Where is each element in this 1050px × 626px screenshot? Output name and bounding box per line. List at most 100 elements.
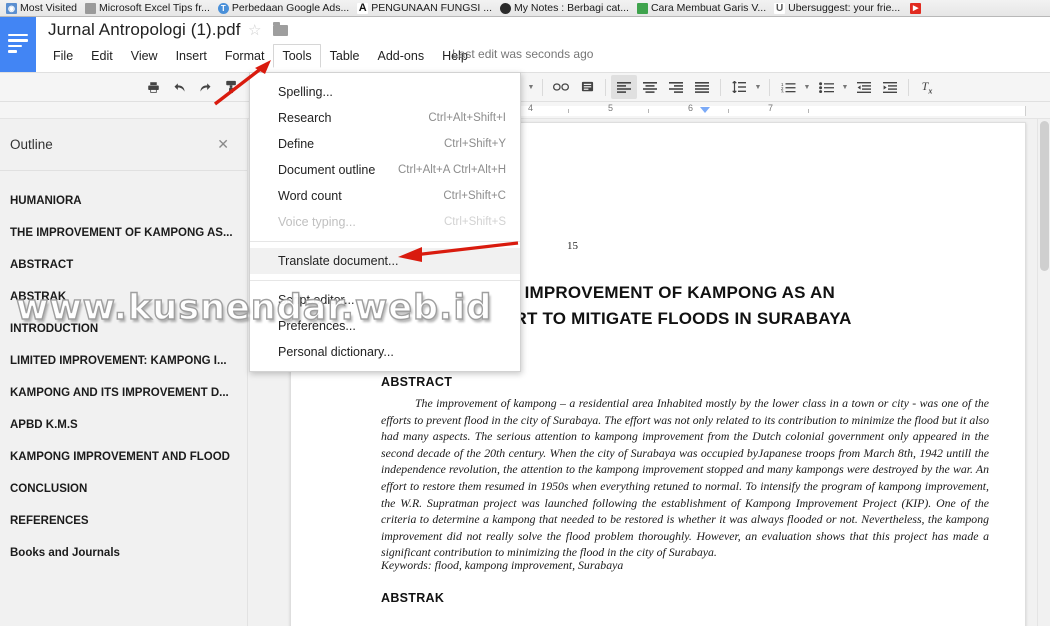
outline-item[interactable]: ABSTRAK [0, 281, 247, 313]
menu-item-label: Spelling... [278, 85, 333, 99]
menu-item-shortcut: Ctrl+Shift+Y [444, 138, 506, 150]
menu-format[interactable]: Format [216, 44, 274, 68]
bulleted-list-icon[interactable] [813, 75, 839, 99]
outline-item[interactable]: ABSTRACT [0, 249, 247, 281]
menu-insert[interactable]: Insert [167, 44, 216, 68]
docs-header: Jurnal Antropologi (1).pdf ☆ File Edit V… [0, 17, 1050, 72]
microphone-icon [259, 217, 267, 228]
svg-text:3: 3 [781, 89, 784, 92]
align-right-icon[interactable] [663, 75, 689, 99]
numbered-list-dropdown-icon[interactable]: ▼ [801, 75, 813, 99]
abstrak-heading: ABSTRAK [381, 591, 445, 605]
browser-bookmarks-bar: ◉ Most Visited Microsoft Excel Tips fr..… [0, 0, 1050, 17]
text-color-dropdown-icon[interactable]: ▼ [525, 75, 537, 99]
star-icon[interactable]: ☆ [248, 23, 261, 38]
bookmark-item[interactable]: My Notes : Berbagi cat... [496, 0, 633, 16]
ruler-number: 5 [608, 103, 614, 113]
bookmark-item[interactable]: U Ubersuggest: your frie... [770, 0, 904, 16]
ruler-number: 7 [768, 103, 774, 113]
vertical-scrollbar[interactable] [1037, 119, 1050, 626]
align-justify-icon[interactable] [689, 75, 715, 99]
align-center-icon[interactable] [637, 75, 663, 99]
document-title[interactable]: Jurnal Antropologi (1).pdf [48, 20, 241, 40]
globe-icon: ◉ [6, 2, 17, 14]
line-spacing-icon[interactable] [726, 75, 752, 99]
folder-icon[interactable] [273, 22, 289, 36]
bookmark-item[interactable]: Microsoft Excel Tips fr... [81, 0, 214, 16]
menu-file[interactable]: File [44, 44, 82, 68]
menu-item-label: Word count [278, 189, 342, 203]
menu-item-research[interactable]: Research Ctrl+Alt+Shift+I [250, 105, 520, 131]
menu-item-define[interactable]: Define Ctrl+Shift+Y [250, 131, 520, 157]
toolbar-separator [908, 78, 909, 96]
bookmark-item[interactable]: T Perbedaan Google Ads... [214, 0, 353, 16]
scrollbar-thumb[interactable] [1040, 121, 1049, 271]
outline-item[interactable]: Books and Journals [0, 537, 247, 569]
bulleted-list-dropdown-icon[interactable]: ▼ [839, 75, 851, 99]
undo-icon[interactable] [166, 75, 192, 99]
outline-item[interactable]: CONCLUSION [0, 473, 247, 505]
menu-item-spelling[interactable]: Spelling... [250, 79, 520, 105]
print-icon[interactable] [140, 75, 166, 99]
menu-separator [250, 280, 520, 281]
bookmark-item[interactable]: ◉ Most Visited [2, 0, 81, 16]
menu-table[interactable]: Table [321, 44, 369, 68]
increase-indent-icon[interactable] [877, 75, 903, 99]
menu-item-translate-document[interactable]: Translate document... [250, 248, 520, 274]
menu-item-label: Preferences... [278, 319, 356, 333]
numbered-list-icon[interactable]: 123 [775, 75, 801, 99]
redo-icon[interactable] [192, 75, 218, 99]
outline-item[interactable]: KAMPONG IMPROVEMENT AND FLOOD [0, 441, 247, 473]
bookmark-item[interactable]: A PENGUNAAN FUNGSI ... [353, 0, 496, 16]
outline-item[interactable]: INTRODUCTION [0, 313, 247, 345]
menu-item-script-editor[interactable]: Script editor... [250, 287, 520, 313]
dark-avatar-icon [499, 2, 511, 14]
document-outline-pane: Outline ✕ HUMANIORA THE IMPROVEMENT OF K… [0, 119, 248, 626]
outline-item[interactable]: HUMANIORA [0, 185, 247, 217]
bookmark-label: Ubersuggest: your frie... [788, 2, 901, 14]
bookmark-label: Perbedaan Google Ads... [231, 2, 350, 14]
bookmark-item[interactable]: ▶ [904, 0, 928, 16]
add-comment-icon[interactable] [574, 75, 600, 99]
toolbar-separator [769, 78, 770, 96]
decrease-indent-icon[interactable] [851, 75, 877, 99]
bookmark-label: PENGUNAAN FUNGSI ... [371, 2, 492, 14]
menu-item-label: Research [278, 111, 332, 125]
outline-item[interactable]: LIMITED IMPROVEMENT: KAMPONG I... [0, 345, 247, 377]
align-left-icon[interactable] [611, 75, 637, 99]
menu-tools[interactable]: Tools [273, 44, 321, 68]
bookmark-item[interactable]: Cara Membuat Garis V... [633, 0, 770, 16]
menu-item-word-count[interactable]: Word count Ctrl+Shift+C [250, 183, 520, 209]
outline-item[interactable]: THE IMPROVEMENT OF KAMPONG AS... [0, 217, 247, 249]
clear-formatting-icon[interactable]: Tx [914, 75, 940, 99]
bookmark-label: Most Visited [20, 2, 77, 14]
menu-add-ons[interactable]: Add-ons [369, 44, 434, 68]
right-indent-marker[interactable] [700, 107, 710, 113]
menu-item-preferences[interactable]: Preferences... [250, 313, 520, 339]
google-docs-logo-icon[interactable] [0, 17, 36, 72]
line-spacing-dropdown-icon[interactable]: ▼ [752, 75, 764, 99]
formatting-toolbar: 100% ▼ Normal... U A ▼ [0, 72, 1050, 102]
menu-item-document-outline[interactable]: Document outline Ctrl+Alt+A Ctrl+Alt+H [250, 157, 520, 183]
paint-format-icon[interactable] [218, 75, 244, 99]
menu-edit[interactable]: Edit [82, 44, 122, 68]
close-icon[interactable]: ✕ [217, 136, 229, 153]
outline-item[interactable]: APBD K.M.S [0, 409, 247, 441]
menu-item-voice-typing: Voice typing... Ctrl+Shift+S [250, 209, 520, 235]
menu-bar: File Edit View Insert Format Tools Table… [44, 44, 477, 68]
menu-item-label: Script editor... [278, 293, 355, 307]
outline-item[interactable]: KAMPONG AND ITS IMPROVEMENT D... [0, 377, 247, 409]
toolbar-separator [720, 78, 721, 96]
youtube-icon: ▶ [910, 2, 922, 14]
green-doc-icon [636, 2, 648, 14]
menu-view[interactable]: View [122, 44, 167, 68]
bookmark-label: Microsoft Excel Tips fr... [99, 2, 210, 14]
document-ruler[interactable]: 2 3 4 5 6 7 [0, 102, 1050, 119]
toolbar-separator [605, 78, 606, 96]
outline-item[interactable]: REFERENCES [0, 505, 247, 537]
menu-item-shortcut: Ctrl+Shift+C [443, 190, 506, 202]
menu-item-shortcut: Ctrl+Alt+Shift+I [428, 112, 506, 124]
insert-link-icon[interactable] [548, 75, 574, 99]
menu-item-personal-dictionary[interactable]: Personal dictionary... [250, 339, 520, 365]
last-edit-status[interactable]: Last edit was seconds ago [452, 47, 593, 61]
